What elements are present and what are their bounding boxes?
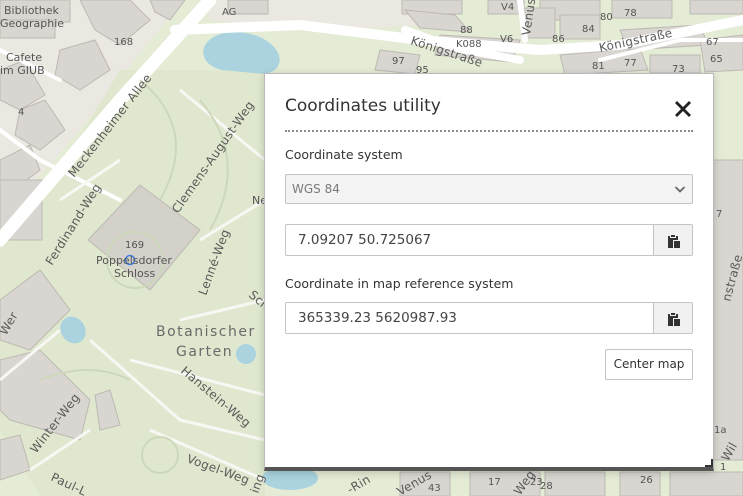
poi-label-geographie: Geographie <box>0 17 64 30</box>
house-number: 43 <box>428 483 441 494</box>
title-separator <box>285 130 693 132</box>
poi-label-bibliothek: Bibliothek <box>4 4 59 17</box>
map-reference-label: Coordinate in map reference system <box>285 276 514 291</box>
coordinate-system-select[interactable]: WGS 84 <box>285 174 693 204</box>
house-number: K088 <box>456 39 482 50</box>
coordinates-utility-dialog[interactable]: Coordinates utility Coordinate system WG… <box>264 73 714 471</box>
house-number: 65 <box>710 54 723 65</box>
house-number: V6 <box>500 34 513 45</box>
chevron-down-icon <box>674 186 686 193</box>
house-number: 4 <box>18 107 24 118</box>
coordinate-system-label: Coordinate system <box>285 147 403 162</box>
center-map-button[interactable]: Center map <box>605 349 693 380</box>
house-number: AG <box>222 7 236 18</box>
poi-label-garten: Garten <box>176 344 233 360</box>
wgs84-coordinate-field[interactable] <box>285 224 654 256</box>
house-number: 7 <box>716 209 722 220</box>
resize-handle-icon[interactable] <box>705 459 713 467</box>
poi-label-poppelsdorfer: Poppelsdorfer <box>96 254 172 267</box>
house-number: 80 <box>600 12 613 23</box>
copy-map-reference-button[interactable] <box>653 302 693 334</box>
house-number: 169 <box>125 240 144 251</box>
house-number: 77 <box>624 58 637 69</box>
poi-label-botanischer: Botanischer <box>156 324 256 340</box>
close-icon <box>675 101 691 117</box>
house-number: 81 <box>592 61 605 72</box>
poi-label-schloss: Schloss <box>114 267 156 280</box>
house-number: 1a <box>714 425 727 436</box>
poi-label-cafete: Cafete <box>6 51 42 64</box>
poi-label-im-giub: im GIUB <box>0 64 45 77</box>
house-number: V4 <box>501 2 514 13</box>
house-number: 88 <box>460 25 473 36</box>
coordinate-system-value: WGS 84 <box>292 182 340 196</box>
house-number: 168 <box>114 37 133 48</box>
house-number: 86 <box>552 34 565 45</box>
clipboard-icon <box>668 313 680 326</box>
house-number: 17 <box>488 477 501 488</box>
copy-wgs84-button[interactable] <box>653 224 693 256</box>
close-button[interactable] <box>671 97 695 121</box>
house-number: 26 <box>640 475 653 486</box>
wgs84-coordinate-row <box>285 224 693 256</box>
house-number: 1 <box>720 462 726 473</box>
map-reference-coordinate-row <box>285 302 693 334</box>
clipboard-icon <box>668 235 680 248</box>
house-number: 78 <box>624 8 637 19</box>
map-fountain <box>236 344 256 364</box>
map-reference-coordinate-field[interactable] <box>285 302 654 334</box>
house-number: 67 <box>706 37 719 48</box>
house-number: 97 <box>392 56 405 67</box>
house-number: 28 <box>540 481 553 492</box>
house-number: 84 <box>582 24 595 35</box>
dialog-title: Coordinates utility <box>285 96 441 116</box>
